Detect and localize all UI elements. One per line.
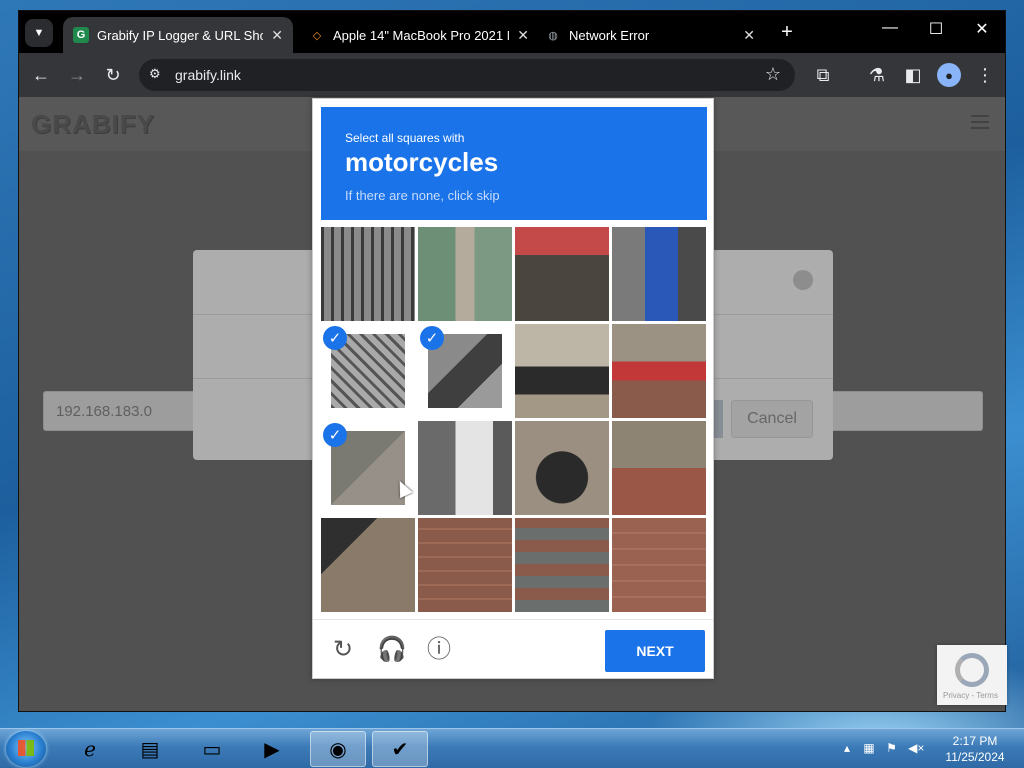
captcha-target-object: motorcycles [345, 147, 499, 177]
tab-search-button[interactable]: ▼ [25, 19, 53, 47]
captcha-tile-13[interactable] [321, 518, 415, 612]
maximize-button[interactable]: ☐ [921, 19, 951, 39]
network-icon[interactable]: ▦ [863, 741, 874, 755]
file-document-icon[interactable]: ▤ [122, 731, 178, 767]
tile-selected-check-icon: ✓ [323, 326, 347, 350]
captcha-tile-16[interactable] [612, 518, 706, 612]
system-clock[interactable]: 2:17 PM 11/25/2024 [940, 733, 1010, 765]
menu-dots-icon[interactable]: ⋮ [973, 63, 997, 87]
show-hidden-icons-icon[interactable]: ▴ [844, 741, 850, 755]
captcha-footer: ↻ 🎧 ⓘ NEXT [313, 619, 713, 680]
globe-icon: ◍ [548, 29, 558, 42]
reload-icon[interactable]: ↻ [101, 63, 125, 87]
apple-store-icon: ◇ [312, 29, 322, 42]
new-tab-button[interactable]: + [775, 21, 799, 44]
captcha-tile-5[interactable]: ✓ [321, 324, 415, 418]
system-tray: ▴ ▦ ⚑ ◀× [844, 741, 924, 755]
tab-network-error[interactable]: ◍ Network Error ✕ [535, 17, 765, 53]
internet-explorer-icon[interactable]: ℯ [62, 731, 118, 767]
tab-title: Network Error [569, 27, 650, 43]
captcha-tile-8[interactable] [612, 324, 706, 418]
profile-avatar-icon[interactable]: ● [937, 63, 961, 87]
file-explorer-folder-icon[interactable]: ▭ [184, 731, 240, 767]
tab-close-icon[interactable]: ✕ [271, 27, 283, 44]
site-settings-icon[interactable]: ⚙ [149, 66, 161, 82]
browser-toolbar: ← → ↻ ⚙ grabify.link ☆ ⧉ ⚗ ◧ ● ⋮ [19, 53, 1005, 97]
captcha-tile-15[interactable] [515, 518, 609, 612]
captcha-image-grid: ✓ ✓ ✓ [321, 227, 707, 613]
tab-title: Apple 14" MacBook Pro 2021 M1 [333, 27, 510, 43]
grabify-favicon-icon: G [73, 27, 89, 43]
media-player-icon[interactable]: ▶ [244, 731, 300, 767]
tab-close-icon[interactable]: ✕ [517, 27, 529, 44]
chevron-down-icon: ▼ [33, 27, 45, 39]
minimize-button[interactable]: — [875, 19, 905, 37]
action-center-flag-icon[interactable]: ⚑ [886, 741, 897, 755]
extensions-icon[interactable]: ⧉ [811, 63, 835, 87]
reload-challenge-icon[interactable]: ↻ [329, 636, 357, 664]
clock-date: 11/25/2024 [945, 750, 1005, 764]
tab-strip: ▼ G Grabify IP Logger & URL Shortener ✕ … [19, 11, 1005, 53]
close-window-button[interactable]: ✕ [967, 19, 997, 39]
next-button[interactable]: NEXT [605, 630, 705, 672]
start-button[interactable] [6, 731, 46, 767]
captcha-tile-1[interactable] [321, 227, 415, 321]
captcha-tile-9[interactable]: ✓ [321, 421, 415, 515]
address-bar[interactable]: ⚙ grabify.link ☆ [139, 59, 795, 91]
captcha-tile-14[interactable] [418, 518, 512, 612]
tab-grabify[interactable]: G Grabify IP Logger & URL Shortener ✕ [63, 17, 293, 53]
captcha-challenge: Select all squares with motorcycles If t… [312, 98, 714, 679]
side-panel-icon[interactable]: ◧ [901, 63, 925, 87]
windows-logo-icon [18, 740, 34, 756]
recaptcha-logo-icon [955, 653, 989, 687]
tab-close-icon[interactable]: ✕ [743, 27, 755, 44]
labs-flask-icon[interactable]: ⚗ [865, 63, 889, 87]
captcha-tile-2[interactable] [418, 227, 512, 321]
captcha-tile-10[interactable] [418, 421, 512, 515]
audio-challenge-headphones-icon[interactable]: 🎧 [377, 636, 407, 664]
taskbar: ℯ ▤ ▭ ▶ ◉ ✔ ▴ ▦ ⚑ ◀× 2:17 PM 11/25/2024 [0, 728, 1024, 768]
checkmark-app-icon[interactable]: ✔ [372, 731, 428, 767]
captcha-intro: Select all squares with [345, 131, 465, 145]
captcha-tile-3[interactable] [515, 227, 609, 321]
captcha-tile-4[interactable] [612, 227, 706, 321]
back-arrow-icon[interactable]: ← [29, 63, 53, 87]
tab-apple-macbook[interactable]: ◇ Apple 14" MacBook Pro 2021 M1 ✕ [299, 17, 539, 53]
info-icon[interactable]: ⓘ [425, 636, 453, 664]
captcha-tile-6[interactable]: ✓ [418, 324, 512, 418]
captcha-hint: If there are none, click skip [345, 188, 500, 203]
captcha-tile-7[interactable] [515, 324, 609, 418]
bookmark-star-icon[interactable]: ☆ [765, 64, 781, 85]
tab-title: Grabify IP Logger & URL Shortener [97, 27, 264, 43]
clock-time: 2:17 PM [952, 734, 998, 748]
forward-arrow-icon[interactable]: → [65, 63, 89, 87]
tile-selected-check-icon: ✓ [420, 326, 444, 350]
captcha-header: Select all squares with motorcycles If t… [321, 107, 707, 220]
captcha-tile-11[interactable] [515, 421, 609, 515]
volume-muted-icon[interactable]: ◀× [908, 741, 924, 755]
url-text[interactable]: grabify.link [175, 67, 241, 83]
recaptcha-terms: Privacy - Terms [943, 691, 998, 700]
chrome-taskbar-icon[interactable]: ◉ [310, 731, 366, 767]
tile-selected-check-icon: ✓ [323, 423, 347, 447]
captcha-tile-12[interactable] [612, 421, 706, 515]
recaptcha-badge[interactable]: Privacy - Terms [937, 645, 1007, 705]
